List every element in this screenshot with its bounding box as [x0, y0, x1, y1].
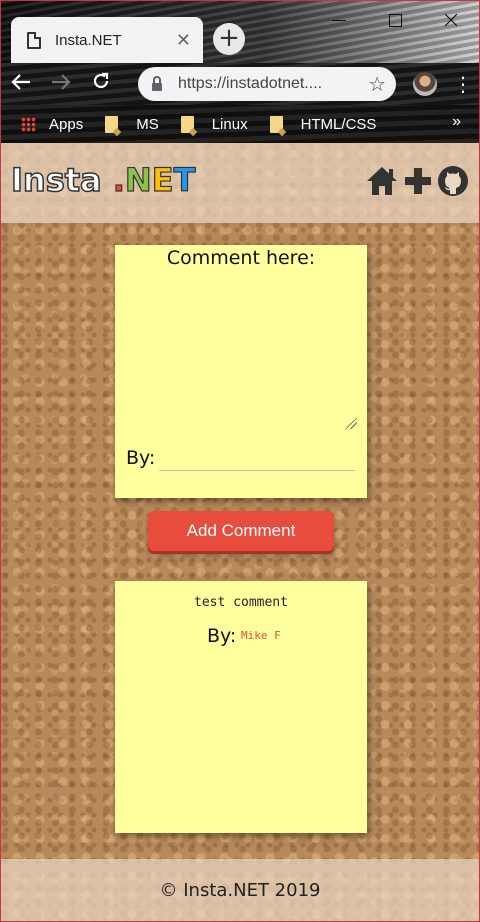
comment-form-note: Comment here: By: [115, 245, 367, 498]
author-input[interactable] [159, 449, 355, 471]
bookmark-ms[interactable]: MS [105, 115, 159, 133]
folder-icon [269, 115, 283, 133]
lock-icon [152, 75, 162, 91]
folder-icon [105, 115, 119, 133]
maximize-button[interactable] [367, 1, 423, 39]
github-icon[interactable] [437, 165, 469, 197]
apps-grid-icon [21, 116, 36, 132]
tab-close-icon[interactable]: ✕ [176, 30, 191, 51]
comment-by-label: By: [207, 625, 237, 647]
reload-button[interactable] [81, 71, 121, 97]
plus-icon[interactable] [403, 165, 433, 197]
browser-titlebar: Insta.NET ✕ + [1, 1, 479, 63]
logo-char: . [112, 160, 125, 199]
comment-text: test comment [194, 595, 288, 610]
bookmark-html-css[interactable]: HTML/CSS [269, 115, 377, 133]
bookmark-label: Linux [211, 115, 248, 133]
comment-author: Mike F [241, 629, 281, 642]
logo-char: T [173, 160, 196, 199]
bookmark-label: MS [136, 115, 159, 133]
bookmark-label: Apps [49, 115, 84, 133]
bookmark-label: HTML/CSS [300, 115, 377, 133]
footer-text: © Insta.NET 2019 [159, 879, 321, 901]
close-icon [444, 13, 458, 27]
arrow-left-icon [11, 73, 30, 90]
site-header: Insta .NET [1, 143, 479, 223]
header-nav [365, 165, 469, 197]
new-tab-button[interactable]: + [213, 23, 245, 55]
reload-icon [93, 72, 109, 89]
site-footer: © Insta.NET 2019 [1, 859, 479, 921]
url-text: https://instadotnet.... [178, 75, 323, 92]
back-button[interactable] [1, 72, 41, 97]
page-icon [27, 31, 41, 49]
comment-label: Comment here: [166, 247, 316, 269]
logo-char: E [151, 160, 174, 199]
profile-avatar[interactable] [413, 72, 437, 96]
resize-grip-icon[interactable] [345, 417, 357, 429]
minimize-icon [332, 19, 346, 21]
folder-icon [180, 115, 194, 133]
tab-title: Insta.NET [55, 31, 122, 49]
maximize-icon [388, 13, 402, 27]
minimize-button[interactable] [311, 1, 367, 39]
browser-tab[interactable]: Insta.NET ✕ [11, 17, 203, 63]
site-logo[interactable]: Insta .NET [10, 160, 196, 200]
close-window-button[interactable] [423, 1, 479, 39]
bookmark-linux[interactable]: Linux [180, 115, 248, 133]
comment-note: test comment By: Mike F [115, 581, 367, 833]
logo-text-net: .NET [112, 160, 196, 199]
by-label: By: [126, 447, 156, 469]
bookmark-star-icon[interactable]: ☆ [368, 72, 386, 96]
arrow-right-icon [52, 73, 71, 90]
bookmark-apps[interactable]: Apps [21, 116, 83, 133]
browser-toolbar: https://instadotnet.... ☆ ⋮ [1, 63, 479, 105]
logo-text-insta: Insta [10, 160, 113, 200]
menu-icon[interactable]: ⋮ [453, 71, 473, 97]
bookmarks-bar: Apps MS Linux HTML/CSS » [1, 105, 479, 143]
add-comment-button[interactable]: Add Comment [148, 511, 334, 551]
logo-char: N [124, 160, 152, 199]
forward-button[interactable] [41, 72, 81, 97]
comment-textarea[interactable] [125, 275, 357, 533]
home-icon[interactable] [365, 165, 399, 197]
bookmarks-more-icon[interactable]: » [452, 113, 461, 131]
page-body: Insta .NET Comment here: By: Add Comment [1, 143, 479, 921]
address-bar[interactable]: https://instadotnet.... ☆ [138, 67, 396, 101]
